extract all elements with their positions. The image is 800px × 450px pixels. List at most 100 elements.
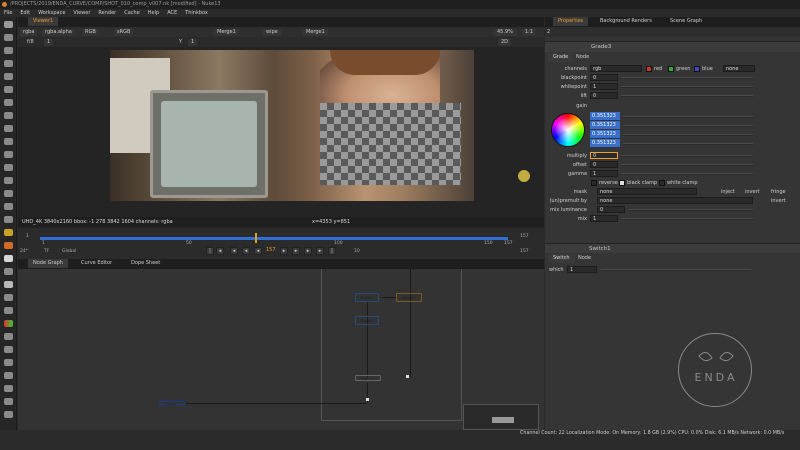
play-button[interactable]: ▸ xyxy=(280,247,288,255)
which-slider[interactable] xyxy=(601,269,751,271)
which-field[interactable]: 1 xyxy=(567,266,597,273)
timeline[interactable]: 1 1 50 100 150 157 157 24* TF Global | ◂… xyxy=(18,228,544,259)
image-tool-icon[interactable] xyxy=(4,21,13,28)
plugin6-tool-icon[interactable] xyxy=(4,294,13,301)
tab-properties[interactable]: Properties xyxy=(553,17,589,26)
whitepoint-field[interactable]: 1 xyxy=(590,83,618,90)
tab-background-renders[interactable]: Background Renders xyxy=(595,17,657,26)
next-frame-button[interactable]: ▸ xyxy=(292,247,300,255)
node-grade2[interactable]: Grade2 xyxy=(355,316,379,325)
merge-tool-icon[interactable] xyxy=(4,112,13,119)
plugin-tool-icon[interactable] xyxy=(4,229,13,236)
other-tool-icon[interactable] xyxy=(4,203,13,210)
fps-select[interactable]: 24* xyxy=(20,249,28,254)
node-switch1[interactable]: Switch1 xyxy=(355,375,381,381)
gain-r-slider[interactable] xyxy=(623,116,753,118)
channel-tool-icon[interactable] xyxy=(4,60,13,67)
mix-luminance-slider[interactable] xyxy=(629,209,753,211)
menu-cache[interactable]: Cache xyxy=(124,9,140,17)
tab-node-graph[interactable]: Node Graph xyxy=(28,259,68,268)
plugin12-tool-icon[interactable] xyxy=(4,372,13,379)
plugin5-tool-icon[interactable] xyxy=(4,281,13,288)
fwd-skip-button[interactable]: ▸ xyxy=(304,247,312,255)
first-frame-button[interactable]: | xyxy=(206,247,214,255)
whitepoint-slider[interactable] xyxy=(621,86,753,88)
input-a-select[interactable]: Merge1 xyxy=(214,28,239,36)
white-clamp-checkbox[interactable] xyxy=(659,180,665,186)
out-frame-field[interactable]: 157 xyxy=(520,249,529,254)
node-grade1[interactable]: Grade1 xyxy=(355,293,379,302)
backdrop-node[interactable] xyxy=(321,269,462,421)
colorspace-select[interactable]: RGB xyxy=(82,28,99,36)
toolsets-tool-icon[interactable] xyxy=(4,190,13,197)
input-b-select[interactable]: Merge1 xyxy=(303,28,328,36)
channels-select[interactable]: rgba xyxy=(20,28,38,36)
particles-tool-icon[interactable] xyxy=(4,177,13,184)
menu-file[interactable]: File xyxy=(4,9,12,17)
mix-luminance-field[interactable]: 0 xyxy=(597,206,625,213)
filter-tool-icon[interactable] xyxy=(4,86,13,93)
color-tool-icon[interactable] xyxy=(4,73,13,80)
wipe-select[interactable]: wipe xyxy=(263,28,281,36)
range-select[interactable]: Global xyxy=(62,249,76,254)
fstop-field[interactable]: 1 xyxy=(44,38,54,46)
node-graph-panel[interactable]: Node Graph Curve Editor Dope Sheet Grade… xyxy=(18,259,544,430)
subtab-node[interactable]: Node xyxy=(571,53,594,62)
prev-frame-button[interactable]: ◂ xyxy=(242,247,250,255)
blue-checkbox[interactable] xyxy=(694,66,700,72)
node-read1[interactable]: Read1 xyxy=(159,401,185,406)
offset-field[interactable]: 0 xyxy=(590,161,618,168)
gain-a-field[interactable]: 0.351323 xyxy=(590,139,620,147)
menu-thinkbox[interactable]: Thinkbox xyxy=(185,9,208,17)
lift-slider[interactable] xyxy=(621,95,753,97)
switch1-name-field[interactable]: Switch1 xyxy=(589,246,611,252)
gain-a-slider[interactable] xyxy=(623,143,753,145)
node-graph-minimap[interactable] xyxy=(463,404,539,430)
plugin13-tool-icon[interactable] xyxy=(4,385,13,392)
gain-b-slider[interactable] xyxy=(623,134,753,136)
gain-g-field[interactable]: 0.351323 xyxy=(590,121,620,129)
menu-render[interactable]: Render xyxy=(98,9,116,17)
offset-slider[interactable] xyxy=(621,164,753,166)
next-key-button[interactable]: ▸ xyxy=(316,247,324,255)
gamma-field[interactable]: 1 xyxy=(188,38,198,46)
tab-viewer1[interactable]: Viewer1 xyxy=(28,17,59,26)
plugin8-tool-icon[interactable] xyxy=(4,320,13,327)
prev-key-button[interactable]: ◂ xyxy=(216,247,224,255)
panel-count-field[interactable]: 2 xyxy=(547,29,550,35)
lift-field[interactable]: 0 xyxy=(590,92,618,99)
gain-color-wheel[interactable] xyxy=(551,113,585,147)
menu-viewer[interactable]: Viewer xyxy=(73,9,90,17)
plugin2-tool-icon[interactable] xyxy=(4,242,13,249)
tab-dope-sheet[interactable]: Dope Sheet xyxy=(126,259,165,268)
multiply-slider[interactable] xyxy=(621,155,753,157)
draw-tool-icon[interactable] xyxy=(4,34,13,41)
gain-r-field[interactable]: 0.351323 xyxy=(590,112,620,120)
subtab-grade[interactable]: Grade xyxy=(548,53,574,62)
blackpoint-slider[interactable] xyxy=(621,77,753,79)
views-tool-icon[interactable] xyxy=(4,151,13,158)
play-back-button[interactable]: ◂ xyxy=(254,247,262,255)
menu-ace[interactable]: ACE xyxy=(167,9,177,17)
plugin7-tool-icon[interactable] xyxy=(4,307,13,314)
menu-help[interactable]: Help xyxy=(148,9,159,17)
alpha-select[interactable]: rgba.alpha xyxy=(42,28,75,36)
blackpoint-field[interactable]: 0 xyxy=(590,74,618,81)
transform-tool-icon[interactable] xyxy=(4,125,13,132)
menu-workspace[interactable]: Workspace xyxy=(38,9,65,17)
minimap-viewport[interactable] xyxy=(492,417,514,423)
node-merge1[interactable]: Merge1 xyxy=(396,293,422,302)
tab-scene-graph[interactable]: Scene Graph xyxy=(665,17,707,26)
zoom-select[interactable]: 45.9% xyxy=(494,28,516,36)
dot-node[interactable] xyxy=(406,375,409,378)
dot-node[interactable] xyxy=(366,398,369,401)
red-checkbox[interactable] xyxy=(646,66,652,72)
gamma-slider[interactable] xyxy=(621,173,753,175)
time-tool-icon[interactable] xyxy=(4,47,13,54)
plugin4-tool-icon[interactable] xyxy=(4,268,13,275)
green-checkbox[interactable] xyxy=(668,66,674,72)
viewer-canvas[interactable] xyxy=(18,47,544,217)
keyer-tool-icon[interactable] xyxy=(4,99,13,106)
mask-select[interactable]: none xyxy=(597,188,697,195)
mix-field[interactable]: 1 xyxy=(590,215,618,222)
